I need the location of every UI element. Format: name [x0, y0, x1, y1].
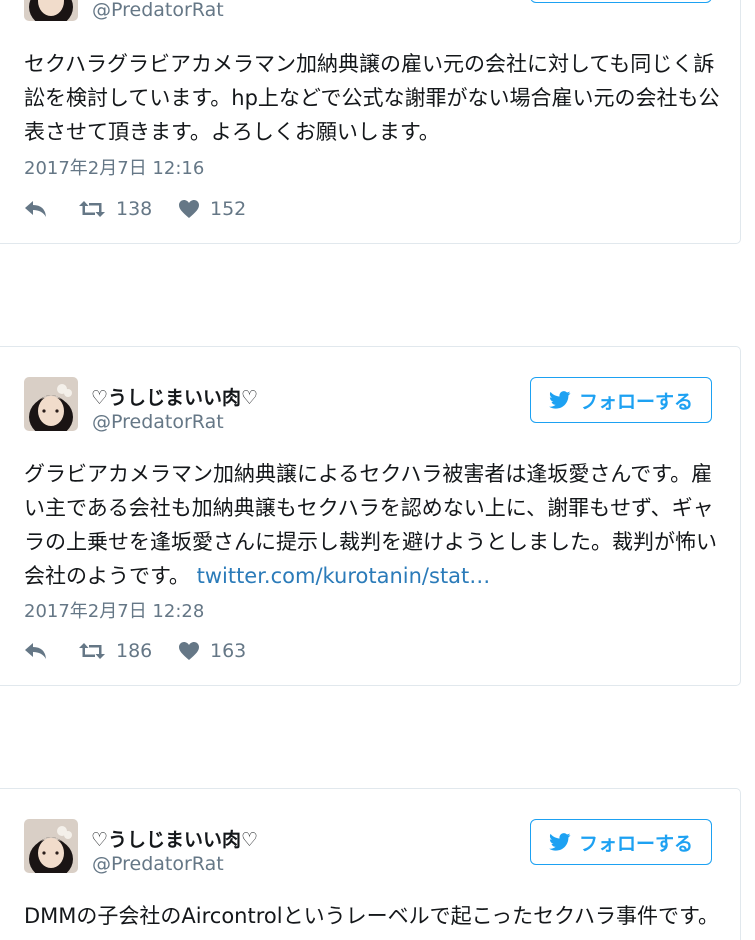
- reply-icon: [25, 643, 46, 659]
- avatar[interactable]: [24, 377, 78, 431]
- tweet-embed-stack: @PredatorRat セクハラグラビアカメラマン加納典譲の雇い元の会社に対し…: [0, 0, 755, 940]
- retweet-count: 138: [116, 198, 153, 220]
- user-handle[interactable]: @PredatorRat: [92, 0, 224, 21]
- like-button[interactable]: 152: [178, 198, 246, 220]
- heart-icon: [179, 200, 199, 218]
- follow-button-label: フォローする: [578, 832, 693, 855]
- heart-icon: [179, 642, 199, 660]
- tweet-actions: 138 152: [24, 197, 246, 221]
- user-handle[interactable]: @PredatorRat: [92, 853, 224, 875]
- avatar[interactable]: [24, 819, 78, 873]
- reply-button[interactable]: [24, 642, 78, 660]
- retweet-button[interactable]: 138: [78, 198, 178, 220]
- like-count: 152: [210, 198, 247, 220]
- follow-button[interactable]: [530, 0, 712, 3]
- retweet-button[interactable]: 186: [78, 640, 178, 662]
- reply-button[interactable]: [24, 200, 78, 218]
- tweet-timestamp[interactable]: 2017年2月7日 12:28: [24, 597, 204, 623]
- tweet-card: ♡うしじまいい肉♡ @PredatorRat フォローする グラビアカメラマン加…: [0, 346, 741, 686]
- tweet-text-body: DMMの子会社のAircontrolというレーベルで起こったセクハラ事件です。: [24, 904, 719, 928]
- tweet-text: グラビアカメラマン加納典譲によるセクハラ被害者は逢坂愛さんです。雇い主である会社…: [24, 457, 724, 593]
- display-name[interactable]: ♡うしじまいい肉♡: [91, 383, 258, 410]
- like-button[interactable]: 163: [178, 640, 246, 662]
- avatar[interactable]: [24, 0, 78, 21]
- display-name[interactable]: ♡うしじまいい肉♡: [91, 825, 258, 852]
- follow-button[interactable]: フォローする: [530, 377, 712, 423]
- twitter-bird-icon: [549, 833, 571, 851]
- tweet-text: DMMの子会社のAircontrolというレーベルで起こったセクハラ事件です。: [24, 899, 724, 933]
- follow-button-label: フォローする: [578, 390, 693, 413]
- twitter-bird-icon: [549, 391, 571, 409]
- follow-button[interactable]: フォローする: [530, 819, 712, 865]
- retweet-icon: [79, 643, 105, 659]
- retweet-icon: [79, 201, 105, 217]
- tweet-timestamp[interactable]: 2017年2月7日 12:16: [24, 154, 204, 180]
- reply-icon: [25, 201, 46, 217]
- tweet-text-body: セクハラグラビアカメラマン加納典譲の雇い元の会社に対しても同じく訴訟を検討してい…: [24, 52, 720, 144]
- user-handle[interactable]: @PredatorRat: [92, 411, 224, 433]
- tweet-actions: 186 163: [24, 639, 246, 663]
- tweet-text: セクハラグラビアカメラマン加納典譲の雇い元の会社に対しても同じく訴訟を検討してい…: [24, 47, 724, 149]
- retweet-count: 186: [116, 640, 153, 662]
- tweet-card: @PredatorRat セクハラグラビアカメラマン加納典譲の雇い元の会社に対し…: [0, 0, 741, 244]
- like-count: 163: [210, 640, 247, 662]
- tweet-card: ♡うしじまいい肉♡ @PredatorRat フォローする DMMの子会社のAi…: [0, 788, 741, 940]
- tweet-link[interactable]: twitter.com/kurotanin/stat…: [197, 564, 491, 588]
